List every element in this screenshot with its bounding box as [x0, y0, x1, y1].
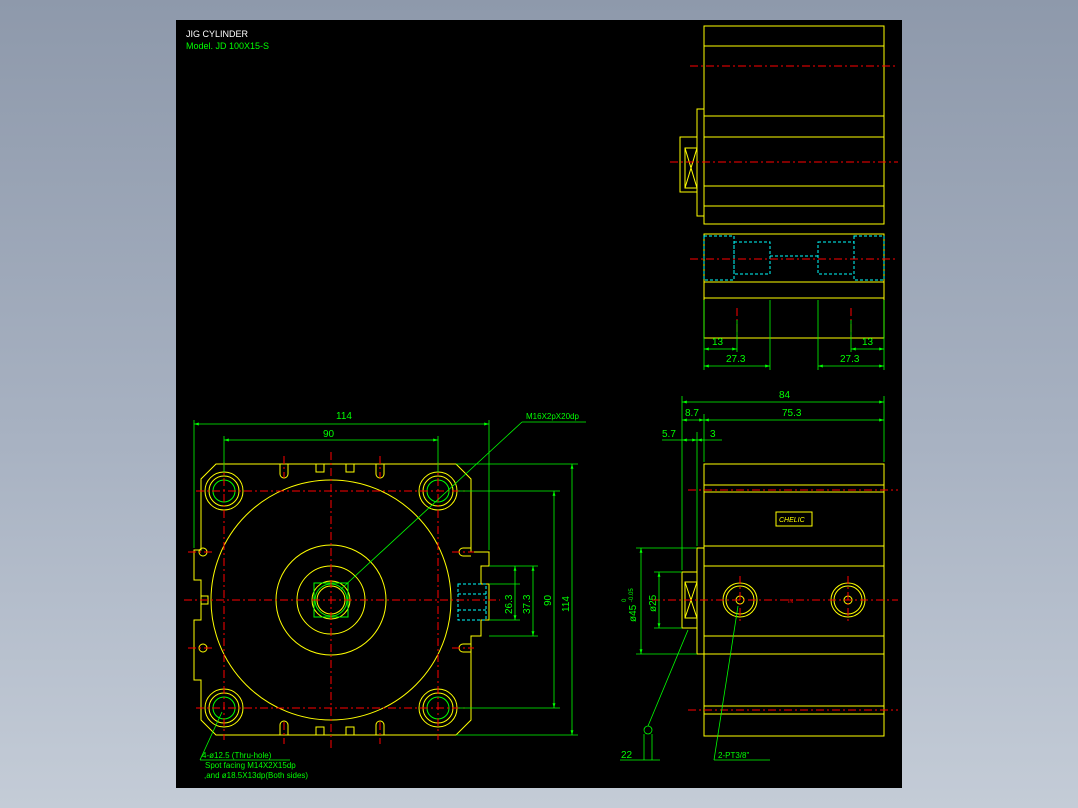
dim-bolt-pitch-h: 90	[323, 429, 335, 440]
drawing-sheet: JIG CYLINDER Model. JD 100X15-S 13 13 27…	[176, 20, 902, 788]
front-view: 114 90 114 90 37.3 26.3 M16X2pX20dp 4-ø1…	[184, 411, 586, 780]
dim-13-right: 13	[862, 337, 874, 348]
dim-5-7: 5.7	[662, 429, 676, 440]
callout-holes-2: Spot facing M14X2X15dp	[205, 761, 296, 770]
callout-rod-thread: M16X2pX20dp	[526, 412, 579, 421]
dim-total-length: 84	[779, 390, 791, 401]
callout-holes-3: ,and ø18.5X13dp(Both sides)	[204, 771, 308, 780]
cad-drawing: JIG CYLINDER Model. JD 100X15-S 13 13 27…	[184, 25, 898, 780]
callout-ports: 2-PT3/8"	[718, 751, 749, 760]
dim-overall-height: 114	[561, 596, 572, 612]
dim-rod-dia: ø25	[648, 594, 659, 612]
dim-port-37: 37.3	[522, 594, 533, 614]
dim-rod-ext: 8.7	[685, 408, 699, 419]
dim-overall-width: 114	[336, 411, 352, 422]
dim-boss-dia: ø45	[628, 604, 639, 622]
drawing-model: Model. JD 100X15-S	[186, 41, 269, 51]
dim-3: 3	[710, 429, 716, 440]
drawing-title: JIG CYLINDER	[186, 29, 249, 39]
dim-port-26: 26.3	[504, 594, 515, 614]
dim-bolt-pitch-v: 90	[543, 594, 554, 606]
dim-27-left: 27.3	[726, 354, 746, 365]
title-block: JIG CYLINDER Model. JD 100X15-S	[186, 29, 269, 51]
dim-27-right: 27.3	[840, 354, 860, 365]
name-plate-label: CHELIC	[779, 517, 806, 524]
dim-boss-tol-lower: -0.05	[629, 588, 635, 602]
dim-13-left: 13	[712, 337, 724, 348]
top-view: 13 13 27.3 27.3	[670, 25, 898, 370]
dim-boss-tol-upper: 0	[622, 598, 628, 602]
side-view: CHELIC IN 84 8.7 75.3 5.7 3 22 ø25 ø45 0…	[620, 390, 898, 761]
dim-body-length: 75.3	[782, 408, 802, 419]
callout-holes-1: 4-ø12.5 (Thru-hole)	[202, 751, 272, 760]
dim-22: 22	[621, 750, 633, 761]
